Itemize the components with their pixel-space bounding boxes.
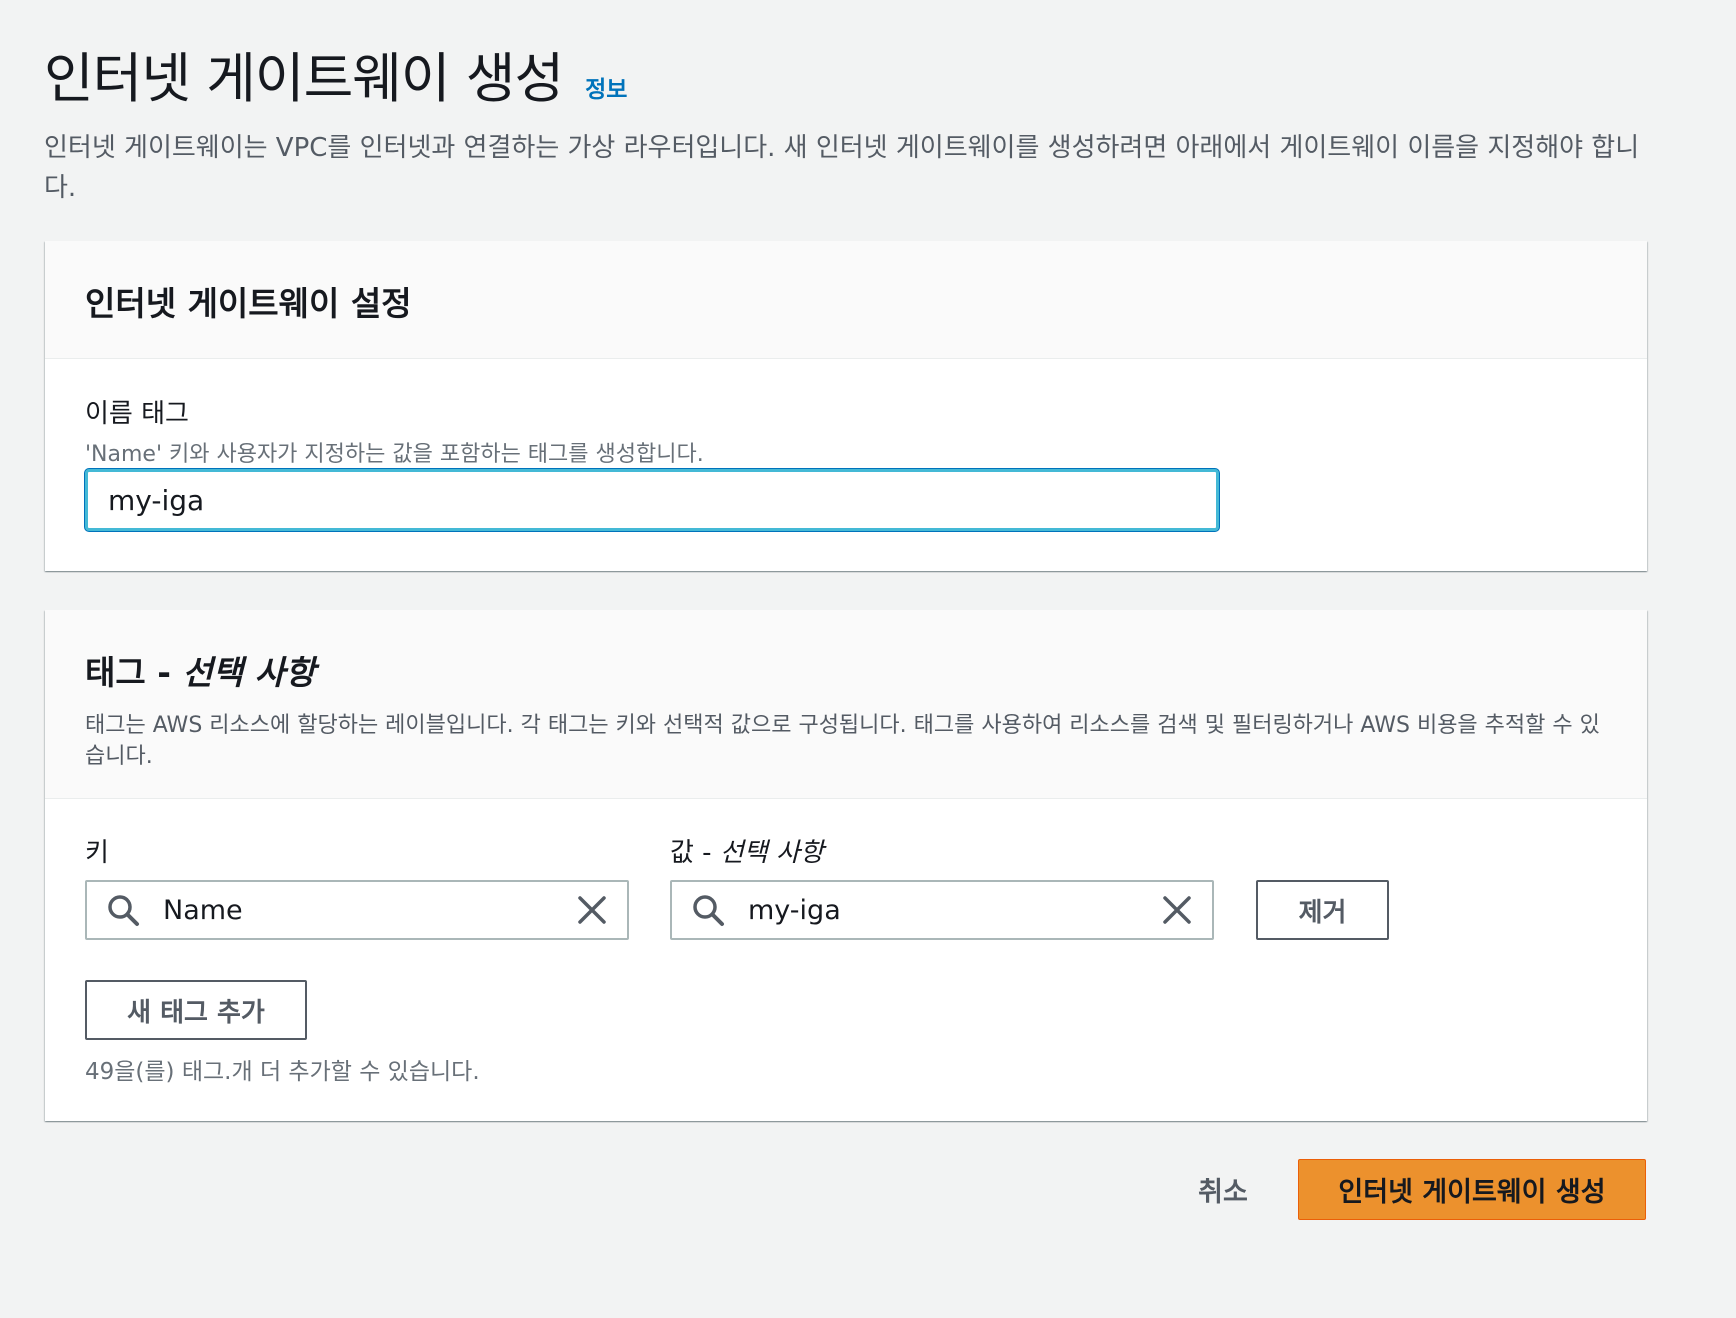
remove-tag-button[interactable]: 제거	[1256, 880, 1389, 940]
tags-panel: 태그 - 선택 사항 태그는 AWS 리소스에 할당하는 레이블입니다. 각 태…	[45, 610, 1647, 1121]
close-icon[interactable]	[1160, 893, 1194, 927]
tags-title-optional: 선택 사항	[182, 653, 316, 692]
settings-panel: 인터넷 게이트웨이 설정 이름 태그 'Name' 키와 사용자가 지정하는 값…	[45, 241, 1647, 571]
tag-value-value: my-iga	[748, 894, 841, 926]
tags-title-main: 태그 -	[85, 653, 183, 692]
add-tag-button[interactable]: 새 태그 추가	[85, 980, 307, 1040]
name-tag-input[interactable]	[85, 469, 1219, 531]
search-icon	[108, 895, 139, 926]
create-internet-gateway-button[interactable]: 인터넷 게이트웨이 생성	[1298, 1159, 1646, 1220]
settings-panel-title: 인터넷 게이트웨이 설정	[85, 284, 412, 323]
close-icon[interactable]	[575, 893, 609, 927]
title-row: 인터넷 게이트웨이 생성 정보	[44, 34, 627, 113]
page: 인터넷 게이트웨이 생성 정보 인터넷 게이트웨이는 VPC를 인터넷과 연결하…	[0, 0, 1736, 1318]
tag-key-input[interactable]: Name	[85, 880, 629, 940]
tag-value-label-main: 값 -	[670, 838, 720, 868]
tags-panel-title: 태그 - 선택 사항	[85, 646, 1607, 694]
tag-value-label: 값 - 선택 사항	[670, 832, 824, 869]
tag-value-label-optional: 선택 사항	[719, 838, 824, 868]
name-tag-description: 'Name' 키와 사용자가 지정하는 값을 포함하는 태그를 생성합니다.	[85, 442, 704, 467]
search-icon	[693, 895, 724, 926]
tags-panel-header: 태그 - 선택 사항 태그는 AWS 리소스에 할당하는 레이블입니다. 각 태…	[45, 610, 1647, 799]
name-tag-label-group: 이름 태그 'Name' 키와 사용자가 지정하는 값을 포함하는 태그를 생성…	[85, 393, 704, 468]
tag-key-label: 키	[85, 838, 109, 868]
remaining-tags-text: 49을(를) 태그.개 더 추가할 수 있습니다.	[85, 1059, 480, 1085]
tag-value-input[interactable]: my-iga	[670, 880, 1214, 940]
cancel-button[interactable]: 취소	[1178, 1158, 1268, 1220]
tag-key-value: Name	[163, 894, 243, 926]
name-tag-label: 이름 태그	[85, 399, 189, 429]
info-link[interactable]: 정보	[585, 70, 627, 104]
settings-panel-header: 인터넷 게이트웨이 설정	[45, 241, 1647, 359]
tags-panel-description: 태그는 AWS 리소스에 할당하는 레이블입니다. 각 태그는 키와 선택적 값…	[85, 713, 1600, 769]
page-title: 인터넷 게이트웨이 생성	[44, 47, 564, 110]
page-description: 인터넷 게이트웨이는 VPC를 인터넷과 연결하는 가상 라우터입니다. 새 인…	[44, 133, 1640, 203]
